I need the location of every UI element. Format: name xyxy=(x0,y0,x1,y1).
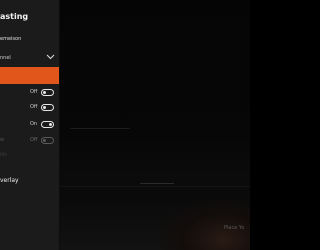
channel-dropdown-label: nnel xyxy=(0,55,11,61)
setting-toggle-row-3[interactable]: On xyxy=(0,120,59,130)
toggle-state-label: Off xyxy=(30,137,38,143)
toggle-state-label: Off xyxy=(30,104,38,110)
game-preview: Place Yo xyxy=(60,0,250,250)
toggle-switch[interactable] xyxy=(41,104,54,111)
toggle-knob xyxy=(43,106,46,109)
setting-toggle-row-4: w Off xyxy=(0,136,59,146)
panel-title: asting xyxy=(0,12,29,21)
overlay-setting-link[interactable]: verlay xyxy=(0,176,59,186)
toggle-knob xyxy=(49,123,52,126)
disabled-setting-label: ilin xyxy=(0,152,8,158)
toggle-knob xyxy=(43,139,46,142)
app-window: asting emeison nnel Off Off On w Off ili… xyxy=(0,0,250,250)
selected-menu-item[interactable] xyxy=(0,67,59,84)
account-name: emeison xyxy=(0,36,22,42)
setting-label-fragment: w xyxy=(0,137,5,143)
scene-line xyxy=(60,186,250,187)
channel-dropdown[interactable]: nnel xyxy=(0,52,59,64)
scene-line xyxy=(140,183,174,184)
chevron-down-icon xyxy=(46,54,55,60)
setting-toggle-row-2[interactable]: Off xyxy=(0,103,59,113)
toggle-state-label: On xyxy=(30,121,38,127)
toggle-knob xyxy=(43,91,46,94)
toggle-switch[interactable] xyxy=(41,89,54,96)
broadcast-settings-panel: asting emeison nnel Off Off On w Off ili… xyxy=(0,0,59,250)
toggle-state-label: Off xyxy=(30,89,38,95)
game-hint-text: Place Yo xyxy=(224,225,245,231)
overlay-setting-label: verlay xyxy=(0,177,19,184)
setting-toggle-row-1[interactable]: Off xyxy=(0,88,59,98)
scene-line xyxy=(70,128,130,129)
toggle-switch-disabled xyxy=(41,137,54,144)
toggle-switch[interactable] xyxy=(41,121,54,128)
